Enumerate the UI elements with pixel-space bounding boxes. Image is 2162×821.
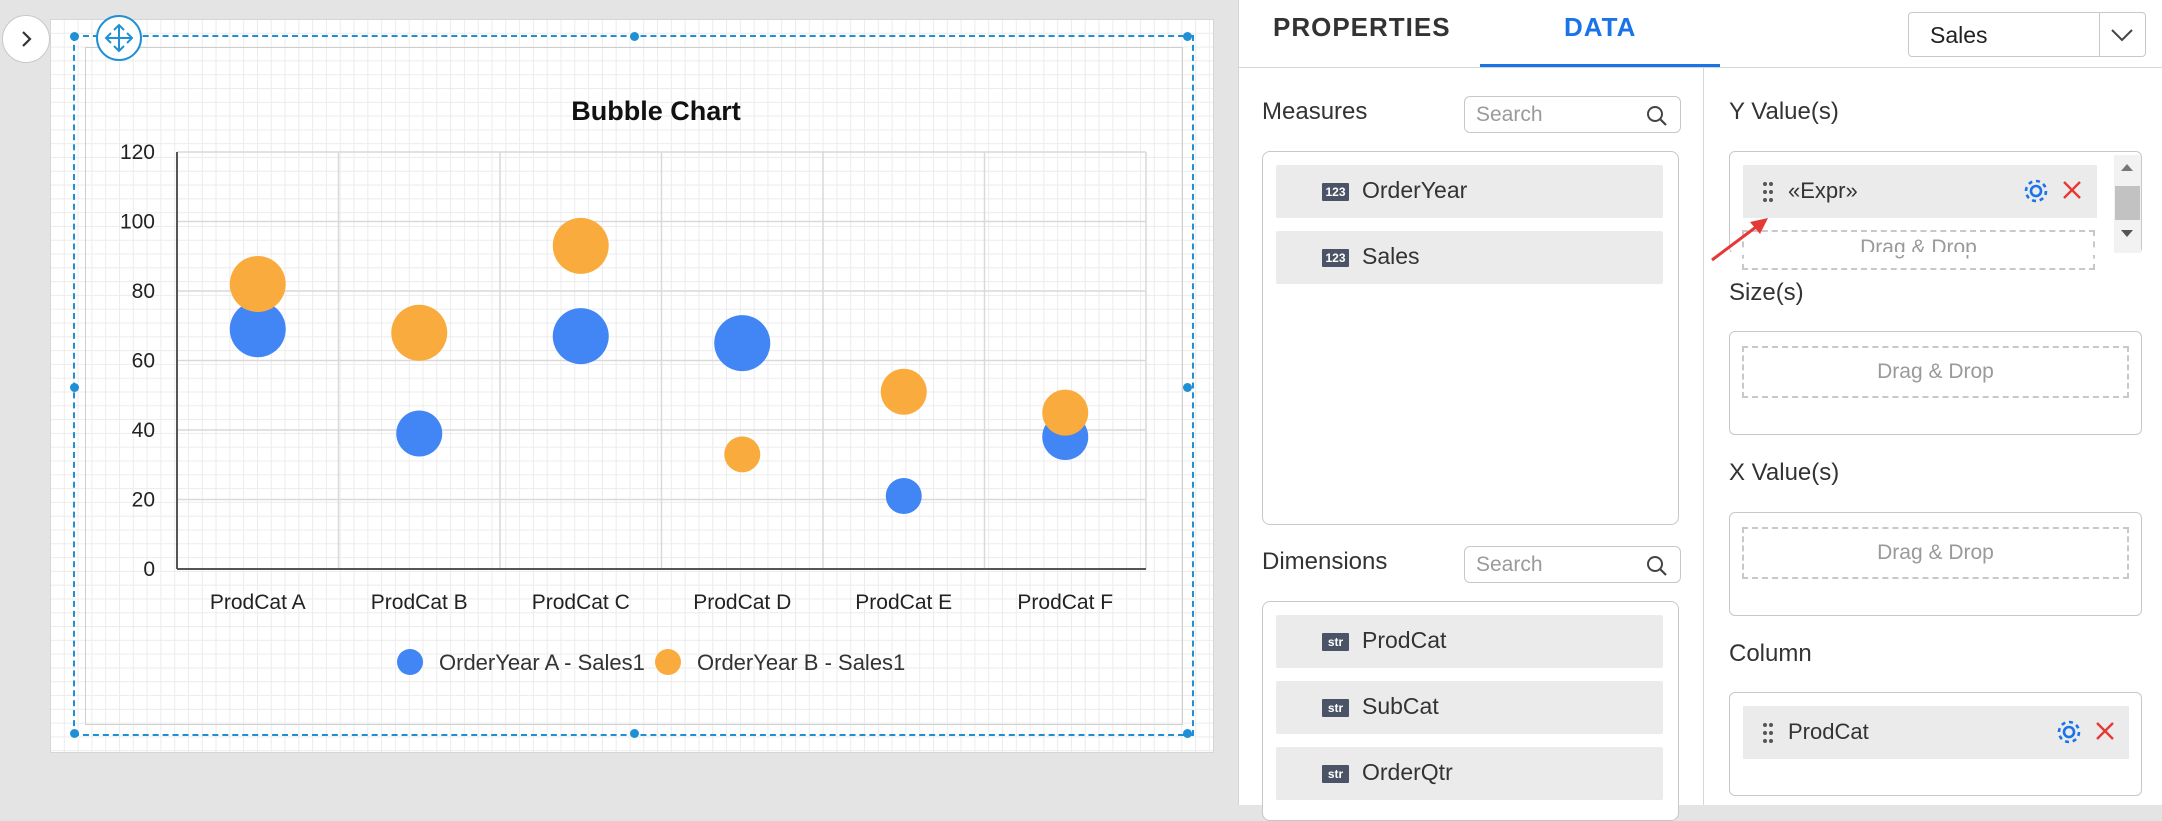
list-item[interactable]: str SubCat <box>1276 681 1663 734</box>
field-label: OrderYear <box>1362 177 1468 203</box>
grip-icon[interactable] <box>1762 722 1774 744</box>
selection-border <box>70 32 1194 738</box>
string-type-icon: str <box>1322 765 1349 783</box>
gear-icon[interactable] <box>2055 718 2083 746</box>
numeric-type-icon: 123 <box>1322 183 1349 201</box>
annotation-arrow <box>1711 218 1768 262</box>
close-icon[interactable] <box>2060 178 2084 202</box>
measures-list: 123 OrderYear 123 Sales <box>1262 151 1679 525</box>
datasource-select-value: Sales <box>1930 22 1988 48</box>
resize-handle-top-left[interactable] <box>70 32 79 41</box>
list-item[interactable]: 123 Sales <box>1276 231 1663 284</box>
field-label: ProdCat <box>1362 627 1447 653</box>
scroll-up-icon[interactable] <box>2120 162 2134 172</box>
column-label: Column <box>1729 640 1812 667</box>
resize-handle-top-right[interactable] <box>1183 32 1192 41</box>
dimensions-list: str ProdCat str SubCat str OrderQtr <box>1262 601 1679 821</box>
datasource-select[interactable]: Sales <box>1908 12 2146 57</box>
y-values-scrollbar[interactable] <box>2114 155 2141 253</box>
scrollbar-thumb[interactable] <box>2115 186 2140 220</box>
y-values-clip <box>1730 252 2143 255</box>
numeric-type-icon: 123 <box>1322 249 1349 267</box>
dimensions-search-input[interactable]: Search <box>1464 546 1681 583</box>
resize-handle-left[interactable] <box>70 383 79 392</box>
resize-handle-bottom-right[interactable] <box>1183 729 1192 738</box>
resize-handle-top[interactable] <box>630 32 639 41</box>
sizes-drop-area[interactable]: Drag & Drop <box>1729 331 2142 435</box>
move-icon <box>104 23 134 53</box>
resize-handle-right[interactable] <box>1183 383 1192 392</box>
y-value-item[interactable]: «Expr» <box>1743 165 2097 218</box>
move-handle[interactable] <box>96 15 142 61</box>
tab-data[interactable]: DATA <box>1564 12 1636 43</box>
string-type-icon: str <box>1322 699 1349 717</box>
gear-icon[interactable] <box>2022 177 2050 205</box>
active-tab-indicator <box>1480 64 1720 67</box>
search-icon[interactable] <box>1646 105 1668 127</box>
list-item[interactable]: str ProdCat <box>1276 615 1663 668</box>
resize-handle-bottom[interactable] <box>630 729 639 738</box>
measures-label: Measures <box>1262 98 1368 125</box>
y-value-item-label: «Expr» <box>1788 178 1858 203</box>
column-item-label: ProdCat <box>1788 719 1869 744</box>
select-divider <box>2099 13 2100 56</box>
scroll-down-icon[interactable] <box>2120 229 2134 239</box>
y-values-drop-area[interactable]: «Expr» Drag & Drop <box>1729 151 2143 270</box>
panel-divider <box>1703 68 1704 805</box>
measures-search-input[interactable]: Search <box>1464 96 1681 133</box>
y-values-label: Y Value(s) <box>1729 98 1839 125</box>
list-item[interactable]: str OrderQtr <box>1276 747 1663 800</box>
sizes-drop-zone[interactable]: Drag & Drop <box>1742 346 2129 398</box>
field-label: SubCat <box>1362 693 1439 719</box>
sizes-label: Size(s) <box>1729 279 1804 306</box>
list-item[interactable]: 123 OrderYear <box>1276 165 1663 218</box>
chevron-down-icon[interactable] <box>2109 23 2135 47</box>
search-icon[interactable] <box>1646 555 1668 577</box>
field-label: OrderQtr <box>1362 759 1453 785</box>
x-values-drop-zone[interactable]: Drag & Drop <box>1742 527 2129 579</box>
resize-handle-bottom-left[interactable] <box>70 729 79 738</box>
close-icon[interactable] <box>2093 719 2117 743</box>
x-values-label: X Value(s) <box>1729 459 1840 486</box>
column-item[interactable]: ProdCat <box>1743 706 2129 759</box>
dimensions-label: Dimensions <box>1262 548 1388 575</box>
column-drop-area[interactable]: ProdCat <box>1729 692 2142 796</box>
x-values-drop-area[interactable]: Drag & Drop <box>1729 512 2142 616</box>
tab-divider <box>1239 67 2162 68</box>
search-placeholder: Search <box>1476 103 1543 126</box>
search-placeholder: Search <box>1476 553 1543 576</box>
string-type-icon: str <box>1322 633 1349 651</box>
y-values-drop-zone[interactable]: Drag & Drop <box>1742 230 2095 270</box>
field-label: Sales <box>1362 243 1420 269</box>
tab-properties[interactable]: PROPERTIES <box>1273 12 1451 43</box>
